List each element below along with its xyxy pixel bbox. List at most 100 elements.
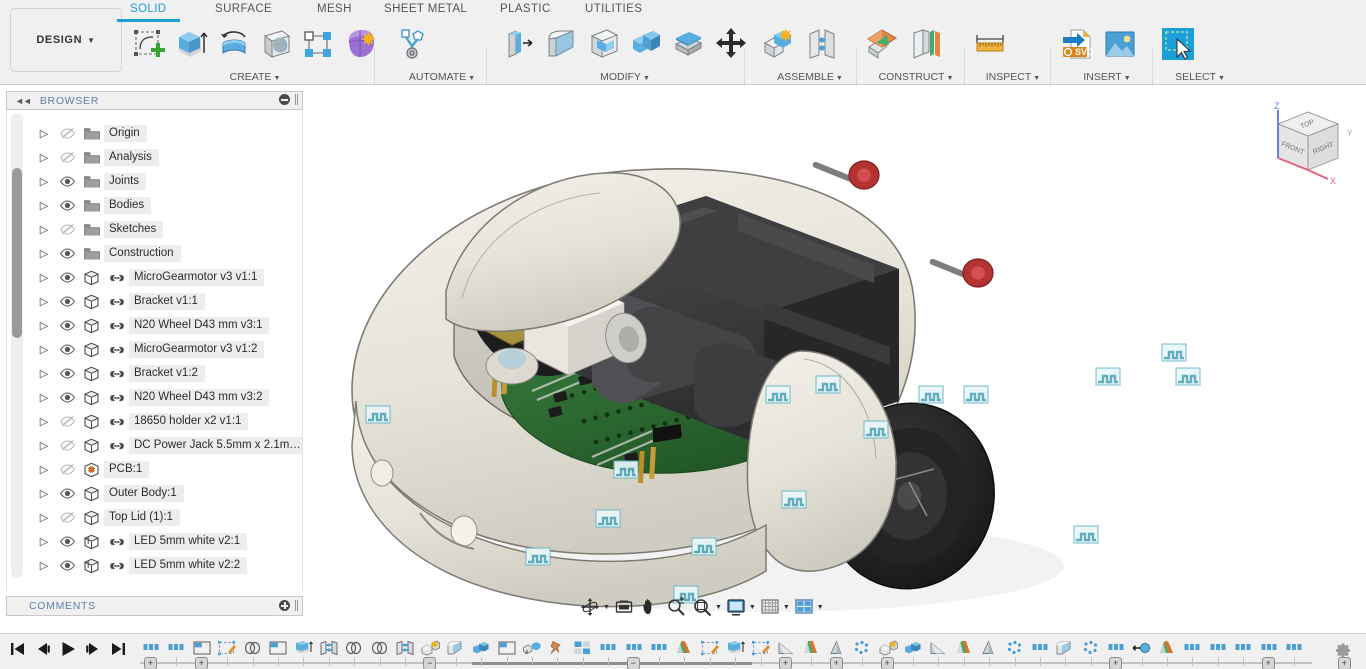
timeline-feature[interactable] <box>267 638 289 658</box>
collapse-left-icon[interactable]: ◄◄ <box>15 96 31 106</box>
timeline-feature[interactable] <box>750 638 772 658</box>
timeline-feature[interactable] <box>1283 638 1305 658</box>
ribbon-tab-surface[interactable]: SURFACE <box>215 3 272 15</box>
split-face-icon[interactable] <box>669 24 707 64</box>
timeline-feature[interactable] <box>851 638 873 658</box>
ribbon-tab-sheet-metal[interactable]: SHEET METAL <box>384 3 467 15</box>
ribbon-group-label[interactable]: MODIFY▼ <box>500 71 750 83</box>
eye-visible-icon[interactable] <box>55 367 79 380</box>
timeline-group-expand-icon[interactable]: + <box>779 657 792 669</box>
pattern-icon[interactable] <box>299 24 337 64</box>
expand-arrow-icon[interactable]: ▷ <box>33 439 55 452</box>
step-back-icon[interactable] <box>33 640 53 658</box>
timeline-feature[interactable] <box>191 638 213 658</box>
expand-arrow-icon[interactable]: ▷ <box>33 223 55 236</box>
timeline-feature[interactable] <box>978 638 1000 658</box>
view-cube[interactable]: TOPFRONTRIGHTZXY <box>1256 98 1356 188</box>
tree-item[interactable]: ▷18650 holder x2 v1:1 <box>33 410 248 433</box>
timeline-feature[interactable] <box>1029 638 1051 658</box>
timeline-feature[interactable] <box>1105 638 1127 658</box>
new-component-icon[interactable] <box>758 24 798 64</box>
timeline-feature[interactable] <box>597 638 619 658</box>
ribbon-group-label[interactable]: SELECT▼ <box>1158 71 1242 83</box>
timeline-group-expand-icon[interactable]: + <box>195 657 208 669</box>
navbar-item[interactable]: ▼ <box>792 596 824 618</box>
eye-hidden-icon[interactable] <box>55 415 79 428</box>
tree-item[interactable]: ▷N20 Wheel D43 mm v3:1 <box>33 314 269 337</box>
tree-item[interactable]: ▷Top Lid (1):1 <box>33 506 180 529</box>
navbar-item[interactable] <box>638 596 662 618</box>
timeline-feature[interactable] <box>242 638 264 658</box>
timeline-feature[interactable] <box>1207 638 1229 658</box>
tree-item[interactable]: ▷Bodies <box>33 194 151 217</box>
expand-arrow-icon[interactable]: ▷ <box>33 295 55 308</box>
fillet-icon[interactable] <box>542 24 580 64</box>
tree-item[interactable]: ▷Bracket v1:2 <box>33 362 205 385</box>
expand-arrow-icon[interactable]: ▷ <box>33 415 55 428</box>
eye-hidden-icon[interactable] <box>55 127 79 140</box>
eye-visible-icon[interactable] <box>55 487 79 500</box>
browser-tree[interactable]: ▷Origin▷Analysis▷Joints▷Bodies▷Sketches▷… <box>6 110 303 591</box>
sweep-icon[interactable] <box>257 24 295 64</box>
timeline-group-expand-icon[interactable]: + <box>1262 657 1275 669</box>
timeline-feature[interactable] <box>496 638 518 658</box>
tree-item[interactable]: ▷Outer Body:1 <box>33 482 184 505</box>
expand-arrow-icon[interactable]: ▷ <box>33 247 55 260</box>
expand-arrow-icon[interactable]: ▷ <box>33 151 55 164</box>
tree-item[interactable]: ▷LED 5mm white v2:2 <box>33 554 247 577</box>
robot-assembly-model[interactable] <box>304 86 1366 621</box>
timeline-feature[interactable] <box>902 638 924 658</box>
timeline-feature[interactable] <box>1232 638 1254 658</box>
zoom-icon[interactable] <box>664 596 688 618</box>
joint-icon[interactable] <box>802 24 842 64</box>
eye-hidden-icon[interactable] <box>55 511 79 524</box>
timeline-group-collapse-icon[interactable]: − <box>627 657 640 669</box>
timeline-group-collapse-icon[interactable]: − <box>423 657 436 669</box>
viewport-canvas[interactable]: TOPFRONTRIGHTZXY <box>304 86 1366 621</box>
timeline-feature[interactable] <box>648 638 670 658</box>
expand-arrow-icon[interactable]: ▷ <box>33 127 55 140</box>
step-forward-icon[interactable] <box>83 640 103 658</box>
ribbon-tab-plastic[interactable]: PLASTIC <box>500 3 551 15</box>
navbar-item[interactable] <box>612 596 636 618</box>
timeline-feature[interactable] <box>1054 638 1076 658</box>
eye-hidden-icon[interactable] <box>55 151 79 164</box>
expand-arrow-icon[interactable]: ▷ <box>33 319 55 332</box>
pan-icon[interactable] <box>638 596 662 618</box>
navbar-item[interactable]: ▼ <box>724 596 756 618</box>
look-at-icon[interactable] <box>612 596 636 618</box>
workspace-switcher-button[interactable]: DESIGN ▼ <box>10 8 122 72</box>
timeline-feature[interactable] <box>623 638 645 658</box>
timeline-feature[interactable] <box>826 638 848 658</box>
timeline-feature[interactable] <box>775 638 797 658</box>
add-comment-icon[interactable] <box>279 600 290 611</box>
timeline-feature[interactable] <box>369 638 391 658</box>
timeline-feature[interactable] <box>877 638 899 658</box>
eye-visible-icon[interactable] <box>55 559 79 572</box>
timeline-feature[interactable] <box>394 638 416 658</box>
tree-item[interactable]: ▷LED 5mm white v2:1 <box>33 530 247 553</box>
tree-item[interactable]: ▷Construction <box>33 242 181 265</box>
ribbon-group-label[interactable]: INSERT▼ <box>1056 71 1158 83</box>
tree-item[interactable]: ▷PCB:1 <box>33 458 149 481</box>
expand-arrow-icon[interactable]: ▷ <box>33 343 55 356</box>
timeline-feature[interactable] <box>521 638 543 658</box>
zoom-window-icon[interactable] <box>690 596 714 618</box>
expand-arrow-icon[interactable]: ▷ <box>33 487 55 500</box>
expand-arrow-icon[interactable]: ▷ <box>33 199 55 212</box>
timeline-feature[interactable] <box>1258 638 1280 658</box>
timeline-feature[interactable] <box>1156 638 1178 658</box>
press-pull-icon[interactable] <box>500 24 538 64</box>
navbar-item[interactable] <box>664 596 688 618</box>
orbit-icon[interactable] <box>578 596 602 618</box>
insert-svg-icon[interactable]: SVG <box>1056 24 1096 64</box>
comments-panel-header[interactable]: COMMENTS <box>6 596 303 616</box>
chevron-down-icon[interactable]: ▼ <box>603 604 610 611</box>
timeline-feature[interactable] <box>165 638 187 658</box>
timeline-feature[interactable] <box>800 638 822 658</box>
tree-item[interactable]: ▷Sketches <box>33 218 163 241</box>
timeline-feature[interactable] <box>470 638 492 658</box>
viewports-icon[interactable] <box>792 596 816 618</box>
go-to-start-icon[interactable] <box>8 640 28 658</box>
timeline-feature[interactable] <box>1080 638 1102 658</box>
